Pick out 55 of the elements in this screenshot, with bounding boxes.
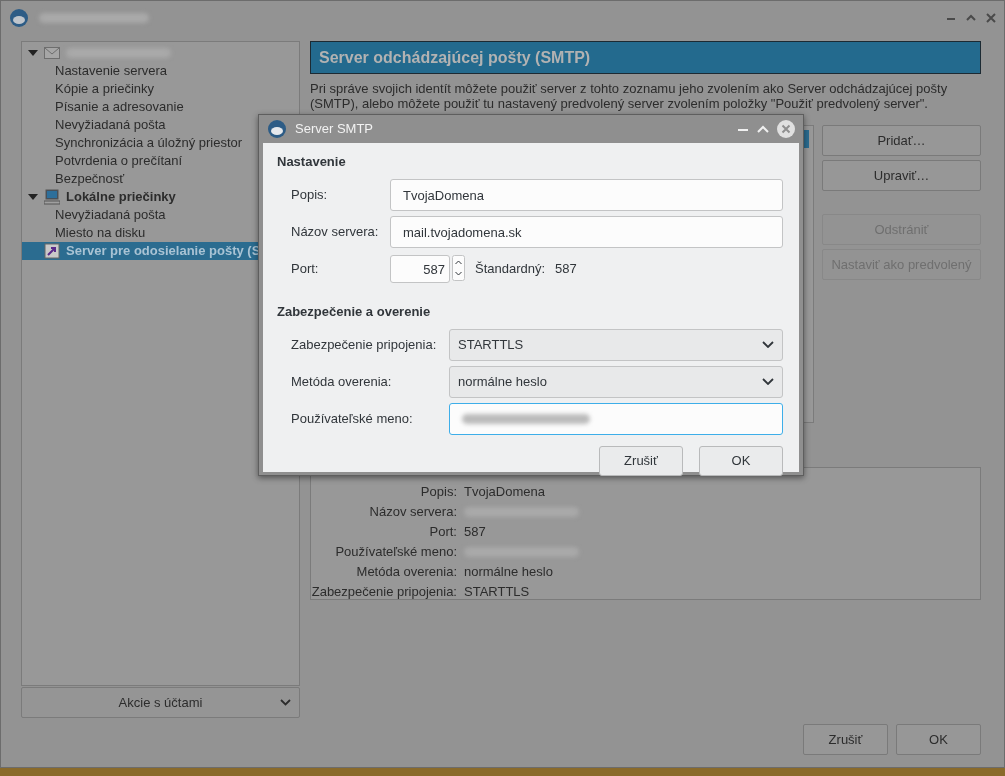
- field-label: Zabezpečenie pripojenia:: [291, 335, 438, 354]
- tree-item[interactable]: Kópie a priečinky: [22, 80, 299, 98]
- dialog-button[interactable]: OK: [896, 724, 981, 755]
- side-button[interactable]: Upraviť…: [822, 160, 981, 191]
- select-dropdown[interactable]: normálne heslo: [449, 365, 783, 398]
- number-field[interactable]: 587: [390, 255, 450, 283]
- account-actions-dropdown[interactable]: Akcie s účtami: [21, 687, 300, 718]
- select-dropdown[interactable]: STARTTLS: [449, 328, 783, 361]
- close-icon[interactable]: [777, 120, 795, 138]
- default-port-label: Štandardný:: [475, 260, 546, 279]
- detail-value: TvojaDomena: [464, 483, 545, 502]
- tree-item[interactable]: Písanie a adresovanie: [22, 98, 299, 116]
- detail-label: Popis:: [419, 483, 458, 502]
- description-text: Pri správe svojich identít môžete použiť server z tohto zoznamu jeho zvolením ako Server odchádzajúcej pošty (SMTP), alebo môžete použiť tu nastavený predvolený server zvolením položky "Použiť predvolený server".: [310, 81, 949, 111]
- tree-item[interactable]: Nastavenie servera: [22, 62, 299, 80]
- computer-icon: [44, 189, 60, 205]
- section-heading: Zabezpečenie a overenie: [277, 302, 432, 321]
- section-header: Server odchádzajúcej pošty (SMTP): [310, 41, 981, 74]
- detail-label: Port:: [428, 523, 458, 542]
- maximize-icon[interactable]: [757, 124, 769, 134]
- dialog-button[interactable]: OK: [699, 446, 783, 476]
- field-label: Názov servera:: [291, 223, 380, 242]
- maximize-icon[interactable]: [966, 13, 976, 23]
- input-field[interactable]: mail.tvojadomena.sk: [390, 216, 783, 248]
- field-label: Popis:: [291, 186, 329, 205]
- input-field[interactable]: TvojaDomena: [390, 179, 783, 211]
- spinner-arrows-icon[interactable]: [452, 255, 465, 283]
- detail-label: Metóda overenia:: [355, 563, 458, 582]
- outbox-icon: [44, 243, 60, 259]
- bird-logo-icon: [9, 8, 29, 28]
- field-label: Používateľské meno:: [291, 409, 414, 428]
- input-field[interactable]: [449, 402, 783, 435]
- expander-icon[interactable]: [28, 193, 38, 201]
- dialog-title: Server SMTP: [295, 120, 373, 139]
- detail-label: Zabezpečenie pripojenia:: [311, 583, 458, 602]
- section-heading: Nastavenie: [277, 153, 347, 171]
- detail-label: Používateľské meno:: [334, 543, 458, 562]
- chevron-down-icon: [762, 341, 774, 348]
- detail-value: normálne heslo: [464, 563, 553, 582]
- detail-value: 587: [464, 523, 486, 542]
- field-label: Port:: [291, 260, 320, 279]
- chevron-down-icon: [762, 378, 774, 385]
- detail-value: STARTTLS: [464, 583, 530, 602]
- chevron-down-icon: [280, 699, 291, 706]
- close-icon[interactable]: [986, 13, 996, 23]
- dialog-button[interactable]: Zrušiť: [599, 446, 683, 476]
- bird-logo-icon: [267, 119, 287, 139]
- dialog-button[interactable]: Zrušiť: [803, 724, 888, 755]
- envelope-icon: [44, 47, 60, 59]
- detail-label: Názov servera:: [368, 503, 458, 522]
- side-button[interactable]: Pridať…: [822, 125, 981, 156]
- expander-icon[interactable]: [28, 49, 38, 57]
- tree-label: Lokálne priečinky: [66, 188, 176, 206]
- default-port-value: 587: [555, 260, 577, 279]
- field-label: Metóda overenia:: [291, 372, 393, 391]
